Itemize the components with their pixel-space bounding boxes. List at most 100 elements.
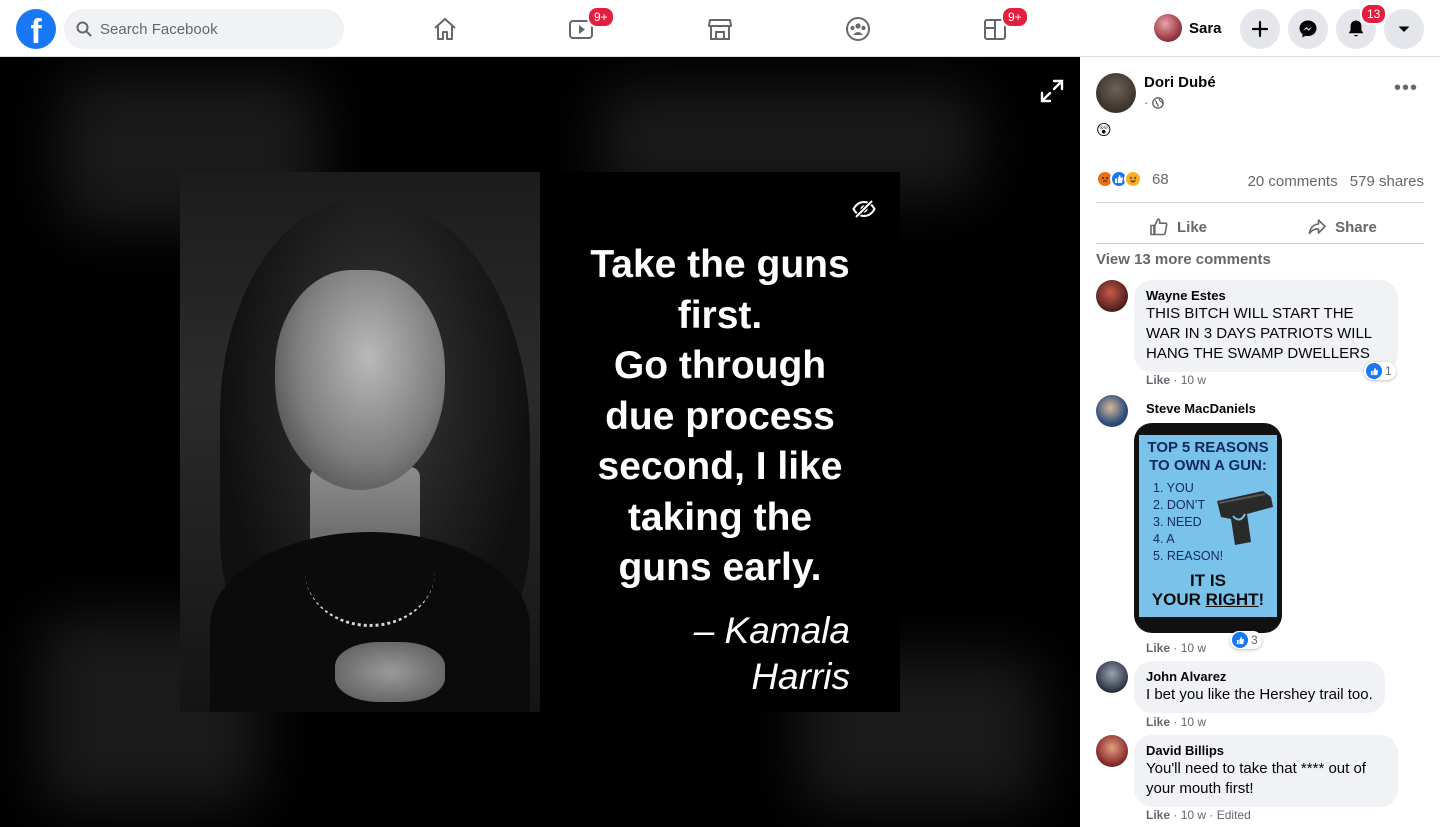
quote-line: first. <box>677 293 763 337</box>
account-menu-button[interactable] <box>1384 9 1424 49</box>
comment-image[interactable]: TOP 5 REASONS TO OWN A GUN: 1. YOU 2. DO… <box>1134 423 1282 633</box>
quote-line: guns early. <box>618 546 822 589</box>
tagline-line: IT IS <box>1190 571 1226 590</box>
quote-line: due process <box>605 394 835 438</box>
nav-tab-groups[interactable] <box>802 4 914 54</box>
comment-reactions[interactable]: 3 <box>1230 631 1262 649</box>
comment-bubble: Wayne Estes THIS BITCH WILL START THE WA… <box>1134 280 1398 372</box>
commenter-avatar[interactable] <box>1096 661 1128 693</box>
comment-item: John Alvarez I bet you like the Hershey … <box>1096 661 1426 731</box>
watch-badge: 9+ <box>587 6 615 28</box>
thumbs-up-icon <box>1150 218 1168 236</box>
comment-like-link[interactable]: Like <box>1146 641 1170 655</box>
haha-reaction-icon <box>1124 170 1142 188</box>
comment-text: THIS BITCH WILL START THE WAR IN 3 DAYS … <box>1146 305 1372 362</box>
comments-count-link[interactable]: 20 comments <box>1248 173 1338 190</box>
comment-text: I bet you like the Hershey trail too. <box>1146 686 1373 703</box>
commenter-avatar[interactable] <box>1096 735 1128 767</box>
like-button[interactable]: Like <box>1096 209 1260 245</box>
gaming-badge: 9+ <box>1001 6 1029 28</box>
attribution-line: Harris <box>751 656 850 697</box>
comment-text: You'll need to take that **** out of you… <box>1146 760 1366 797</box>
attribution-line: – Kamala <box>693 610 850 651</box>
author-avatar[interactable] <box>1096 73 1136 113</box>
comment-item: Wayne Estes THIS BITCH WILL START THE WA… <box>1096 280 1426 390</box>
fullscreen-icon[interactable] <box>1038 77 1066 105</box>
quote-line: Go through <box>613 344 827 387</box>
comment-like-link[interactable]: Like <box>1146 373 1170 387</box>
avatar <box>1154 14 1182 42</box>
shares-count-link[interactable]: 579 shares <box>1350 173 1424 190</box>
comment-timestamp[interactable]: 10 w <box>1181 373 1206 387</box>
post-side-panel: Dori Dubé · ••• 😲 68 20 comments 579 sha… <box>1080 57 1440 827</box>
separator-dot: · <box>1173 808 1178 822</box>
tagline-line: YOUR RIGHT! <box>1139 590 1277 609</box>
more-options-icon[interactable]: ••• <box>1390 78 1422 103</box>
tagline-word: YOUR <box>1151 590 1206 609</box>
share-icon <box>1308 219 1326 235</box>
profile-button[interactable]: Sara <box>1148 10 1228 46</box>
marketplace-icon <box>708 19 732 40</box>
comment-actions: Like · 10 w <box>1146 715 1206 729</box>
comment-reactions[interactable]: 1 <box>1364 362 1396 380</box>
search-input[interactable] <box>100 20 320 38</box>
reaction-count: 68 <box>1152 170 1169 188</box>
post-author-name[interactable]: Dori Dubé <box>1144 74 1216 91</box>
commenter-name[interactable]: David Billips <box>1146 743 1386 759</box>
messenger-button[interactable] <box>1288 9 1328 49</box>
gun-meme-tagline: IT IS YOUR RIGHT! <box>1139 571 1277 609</box>
comment-bubble: John Alvarez I bet you like the Hershey … <box>1134 661 1385 713</box>
meme-attribution: – Kamala Harris <box>660 608 850 700</box>
portrait-necklace <box>305 517 435 627</box>
nav-tab-marketplace[interactable] <box>664 4 776 54</box>
comment-timestamp[interactable]: 10 w <box>1181 715 1206 729</box>
like-reaction-icon <box>1232 632 1248 648</box>
tagline-word: ! <box>1258 590 1265 609</box>
quote-line: taking the <box>627 495 813 539</box>
facebook-logo[interactable]: f <box>16 9 56 49</box>
eye-slash-icon[interactable] <box>852 199 876 219</box>
share-button[interactable]: Share <box>1260 209 1424 245</box>
nav-tab-home[interactable] <box>389 4 501 54</box>
commenter-avatar[interactable] <box>1096 395 1128 427</box>
search-box[interactable] <box>64 9 344 49</box>
create-button[interactable] <box>1240 9 1280 49</box>
separator-dot: · <box>1173 715 1178 729</box>
nav-tab-watch[interactable]: 9+ <box>525 4 637 54</box>
comment-like-link[interactable]: Like <box>1146 715 1170 729</box>
meme-image: Take the guns first. Go through due proc… <box>180 172 900 712</box>
notifications-button[interactable]: 13 <box>1336 3 1388 49</box>
comment-bubble: David Billips You'll need to take that *… <box>1134 735 1398 807</box>
engagement-counts: 20 comments 579 shares <box>1248 173 1424 190</box>
meta-dot: · <box>1144 95 1149 110</box>
comment-like-link[interactable]: Like <box>1146 808 1170 822</box>
divider <box>1096 243 1424 244</box>
comment-actions: Like · 10 w <box>1146 641 1206 655</box>
notifications-badge: 13 <box>1360 3 1388 25</box>
commenter-name[interactable]: John Alvarez <box>1146 669 1373 685</box>
comment-edited-label[interactable]: Edited <box>1217 808 1251 822</box>
meme-quote: Take the guns first. Go through due proc… <box>570 240 870 594</box>
comment-timestamp[interactable]: 10 w <box>1181 641 1206 655</box>
plus-icon <box>1251 20 1269 38</box>
comment-actions: Like · 10 w · Edited <box>1146 808 1251 822</box>
groups-icon <box>846 17 870 41</box>
messenger-icon <box>1299 20 1317 38</box>
globe-icon[interactable] <box>1152 96 1165 109</box>
quote-line: Take the guns <box>590 243 850 286</box>
comment-item: David Billips You'll need to take that *… <box>1096 735 1426 827</box>
view-more-comments-link[interactable]: View 13 more comments <box>1096 251 1271 268</box>
search-icon <box>76 21 92 37</box>
commenter-name[interactable]: Wayne Estes <box>1146 288 1386 304</box>
home-icon <box>434 18 456 40</box>
nav-tab-gaming[interactable]: 9+ <box>939 4 1051 54</box>
separator-dot: · <box>1173 641 1178 655</box>
separator-dot: · <box>1173 373 1178 387</box>
reaction-summary[interactable]: 68 <box>1096 170 1169 188</box>
commenter-name[interactable]: Steve MacDaniels <box>1146 401 1256 416</box>
post-meta: · <box>1144 95 1165 110</box>
comment-actions: Like · 10 w <box>1146 373 1206 387</box>
comment-reaction-count: 1 <box>1385 364 1392 378</box>
commenter-avatar[interactable] <box>1096 280 1128 312</box>
comment-timestamp[interactable]: 10 w <box>1181 808 1206 822</box>
